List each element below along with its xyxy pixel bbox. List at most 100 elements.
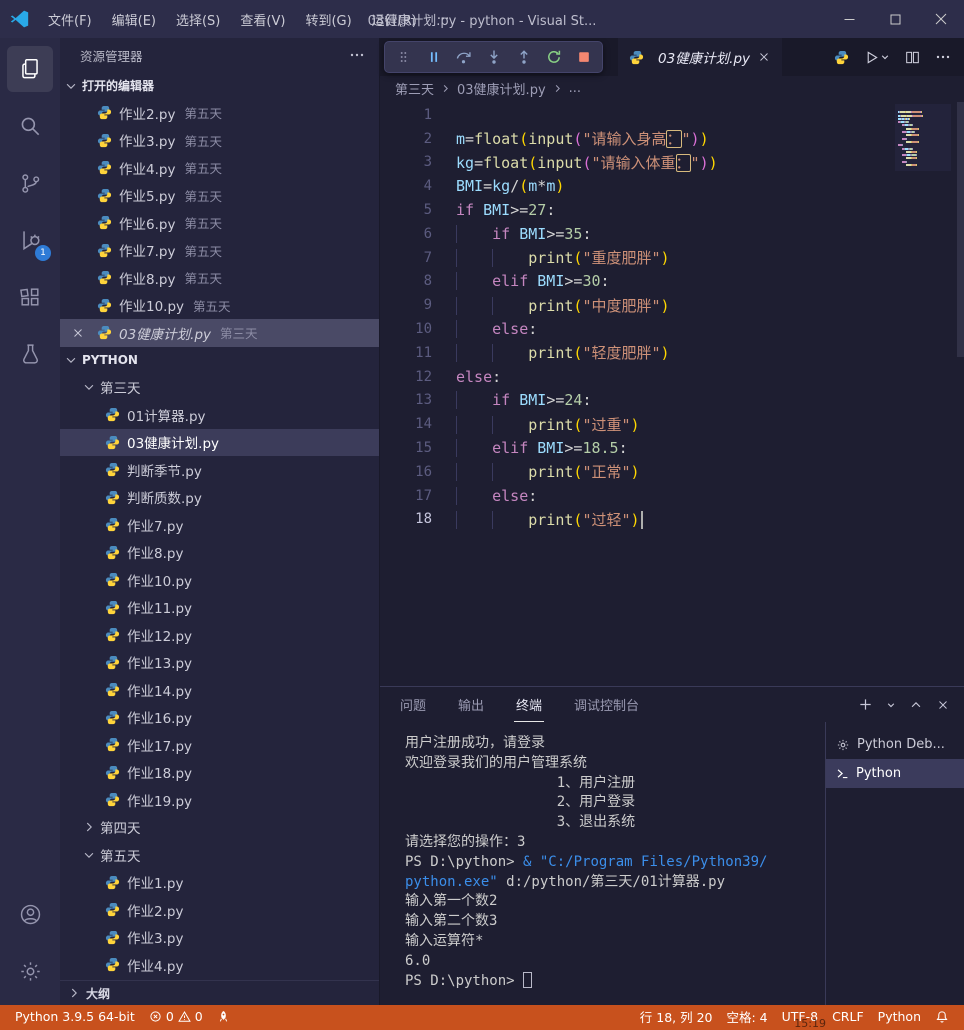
terminal-dropdown-icon[interactable] [886, 700, 896, 710]
close-panel-button[interactable] [936, 698, 950, 712]
problems-status[interactable]: 0 0 [142, 1007, 210, 1026]
code-text: else: [432, 487, 537, 505]
breadcrumb-item-1[interactable]: 第三天 [395, 79, 434, 98]
indentation-status[interactable]: 空格: 4 [719, 1007, 774, 1026]
panel-tab-3[interactable]: 终端 [514, 687, 545, 722]
code-text: else: [432, 320, 537, 338]
open-editor-item-9[interactable]: 03健康计划.py 第三天 [60, 319, 379, 347]
cursor-position-status[interactable]: 行 18, 列 20 [633, 1007, 720, 1026]
minimap[interactable] [895, 104, 951, 172]
tree-file-item-12[interactable]: 作业14.py [60, 676, 379, 704]
panel-tab-2[interactable]: 输出 [456, 687, 486, 722]
tree-file-item-5[interactable]: 判断质数.py [60, 484, 379, 512]
run-debug-icon[interactable]: 1 [7, 217, 53, 263]
panel-tab-4[interactable]: 调试控制台 [572, 687, 641, 722]
tab-close-icon[interactable] [757, 50, 771, 64]
terminal-list-label: Python Deb... [857, 737, 945, 752]
tree-file-item-13[interactable]: 作业16.py [60, 704, 379, 732]
tree-file-item-19[interactable]: 作业1.py [60, 869, 379, 897]
open-editor-item-8[interactable]: 作业10.py 第五天 [60, 292, 379, 320]
close-button[interactable] [918, 0, 964, 38]
split-editor-button[interactable] [905, 50, 920, 65]
tree-folder-item-17[interactable]: 第四天 [60, 814, 379, 842]
pause-button[interactable] [420, 44, 447, 71]
eol-status[interactable]: CRLF [825, 1007, 871, 1026]
tree-file-item-15[interactable]: 作业18.py [60, 759, 379, 787]
tree-folder-item-18[interactable]: 第五天 [60, 841, 379, 869]
stop-button[interactable] [570, 44, 597, 71]
tree-file-item-7[interactable]: 作业8.py [60, 539, 379, 567]
restart-button[interactable] [540, 44, 567, 71]
source-control-icon[interactable] [7, 160, 53, 206]
tree-file-item-10[interactable]: 作业12.py [60, 621, 379, 649]
python-section-header[interactable]: PYTHON [60, 347, 379, 374]
text-cursor [640, 510, 643, 529]
tree-file-item-6[interactable]: 作业7.py [60, 511, 379, 539]
notifications-button[interactable] [928, 1007, 956, 1026]
breadcrumb-item-3[interactable]: ... [569, 81, 581, 96]
terminal-list-item-2[interactable]: Python [826, 759, 964, 788]
code-line-18: 18 print("过轻") [380, 508, 964, 532]
tree-file-item-14[interactable]: 作业17.py [60, 731, 379, 759]
line-number: 2 [423, 130, 432, 147]
code-editor[interactable]: 1 2 m=float(input("请输入身高：")) 3 kg=float(inpu… [380, 100, 964, 686]
menu-item-3[interactable]: 选择(S) [166, 0, 230, 38]
open-editors-section-header[interactable]: 打开的编辑器 [60, 72, 379, 99]
new-terminal-button[interactable] [858, 697, 873, 712]
editor-more-actions-button[interactable] [935, 49, 951, 65]
tab-label: 03健康计划.py [658, 51, 751, 67]
extensions-icon[interactable] [7, 274, 53, 320]
breadcrumb-item-2[interactable]: 03健康计划.py [457, 79, 546, 98]
tree-file-item-4[interactable]: 判断季节.py [60, 456, 379, 484]
open-editor-item-4[interactable]: 作业5.py 第五天 [60, 182, 379, 210]
open-editor-item-2[interactable]: 作业3.py 第五天 [60, 127, 379, 155]
tree-file-item-3[interactable]: 03健康计划.py [60, 428, 379, 456]
tree-file-item-9[interactable]: 作业11.py [60, 594, 379, 622]
debug-toolbar-drag-handle[interactable] [390, 44, 417, 71]
editor-scrollbar[interactable] [957, 102, 964, 357]
step-out-button[interactable] [510, 44, 537, 71]
open-editor-item-1[interactable]: 作业2.py 第五天 [60, 99, 379, 127]
language-mode-status[interactable]: Python [871, 1007, 928, 1026]
tree-file-item-21[interactable]: 作业3.py [60, 924, 379, 952]
launch-status[interactable] [210, 1007, 237, 1026]
testing-flask-icon[interactable] [7, 331, 53, 377]
open-editor-item-7[interactable]: 作业8.py 第五天 [60, 264, 379, 292]
tree-file-item-20[interactable]: 作业2.py [60, 896, 379, 924]
tab-health-plan-file[interactable]: 03健康计划.py [618, 38, 783, 76]
tree-file-item-8[interactable]: 作业10.py [60, 566, 379, 594]
explorer-icon[interactable] [7, 46, 53, 92]
close-icon[interactable] [71, 326, 85, 340]
tree-item-label: 判断质数.py [127, 491, 202, 508]
panel-tab-1[interactable]: 问题 [398, 687, 428, 722]
maximize-button[interactable] [872, 0, 918, 38]
menu-item-5[interactable]: 转到(G) [295, 0, 361, 38]
project-label: PYTHON [82, 353, 138, 367]
terminal-output[interactable]: 用户注册成功，请登录 欢迎登录我们的用户管理系统 1、用户注册 2、用户登录 3、… [380, 722, 825, 1005]
maximize-panel-button[interactable] [909, 698, 923, 712]
tree-file-item-2[interactable]: 01计算器.py [60, 401, 379, 429]
search-icon[interactable] [7, 103, 53, 149]
terminal-list-item-1[interactable]: Python Deb... [826, 730, 964, 759]
run-python-file-button[interactable] [864, 50, 890, 65]
explorer-more-actions-icon[interactable] [349, 47, 365, 63]
tree-file-item-11[interactable]: 作业13.py [60, 649, 379, 677]
settings-gear-icon[interactable] [7, 948, 53, 994]
minimize-button[interactable] [826, 0, 872, 38]
tree-file-item-16[interactable]: 作业19.py [60, 786, 379, 814]
open-editor-item-5[interactable]: 作业6.py 第五天 [60, 209, 379, 237]
python-interpreter-status[interactable]: Python 3.9.5 64-bit [8, 1007, 142, 1026]
menu-item-4[interactable]: 查看(V) [230, 0, 295, 38]
tree-item-label: 作业19.py [127, 793, 193, 810]
terminal-line-6: 请选择您的操作：3 [405, 833, 526, 850]
open-editor-item-3[interactable]: 作业4.py 第五天 [60, 154, 379, 182]
step-into-button[interactable] [480, 44, 507, 71]
tree-file-item-22[interactable]: 作业4.py [60, 951, 379, 979]
account-icon[interactable] [7, 891, 53, 937]
open-editor-item-6[interactable]: 作业7.py 第五天 [60, 237, 379, 265]
menu-item-2[interactable]: 编辑(E) [102, 0, 166, 38]
step-over-button[interactable] [450, 44, 477, 71]
tree-folder-item-1[interactable]: 第三天 [60, 374, 379, 402]
menu-item-1[interactable]: 文件(F) [38, 0, 102, 38]
outline-section-header[interactable]: 大纲 [60, 980, 379, 1005]
